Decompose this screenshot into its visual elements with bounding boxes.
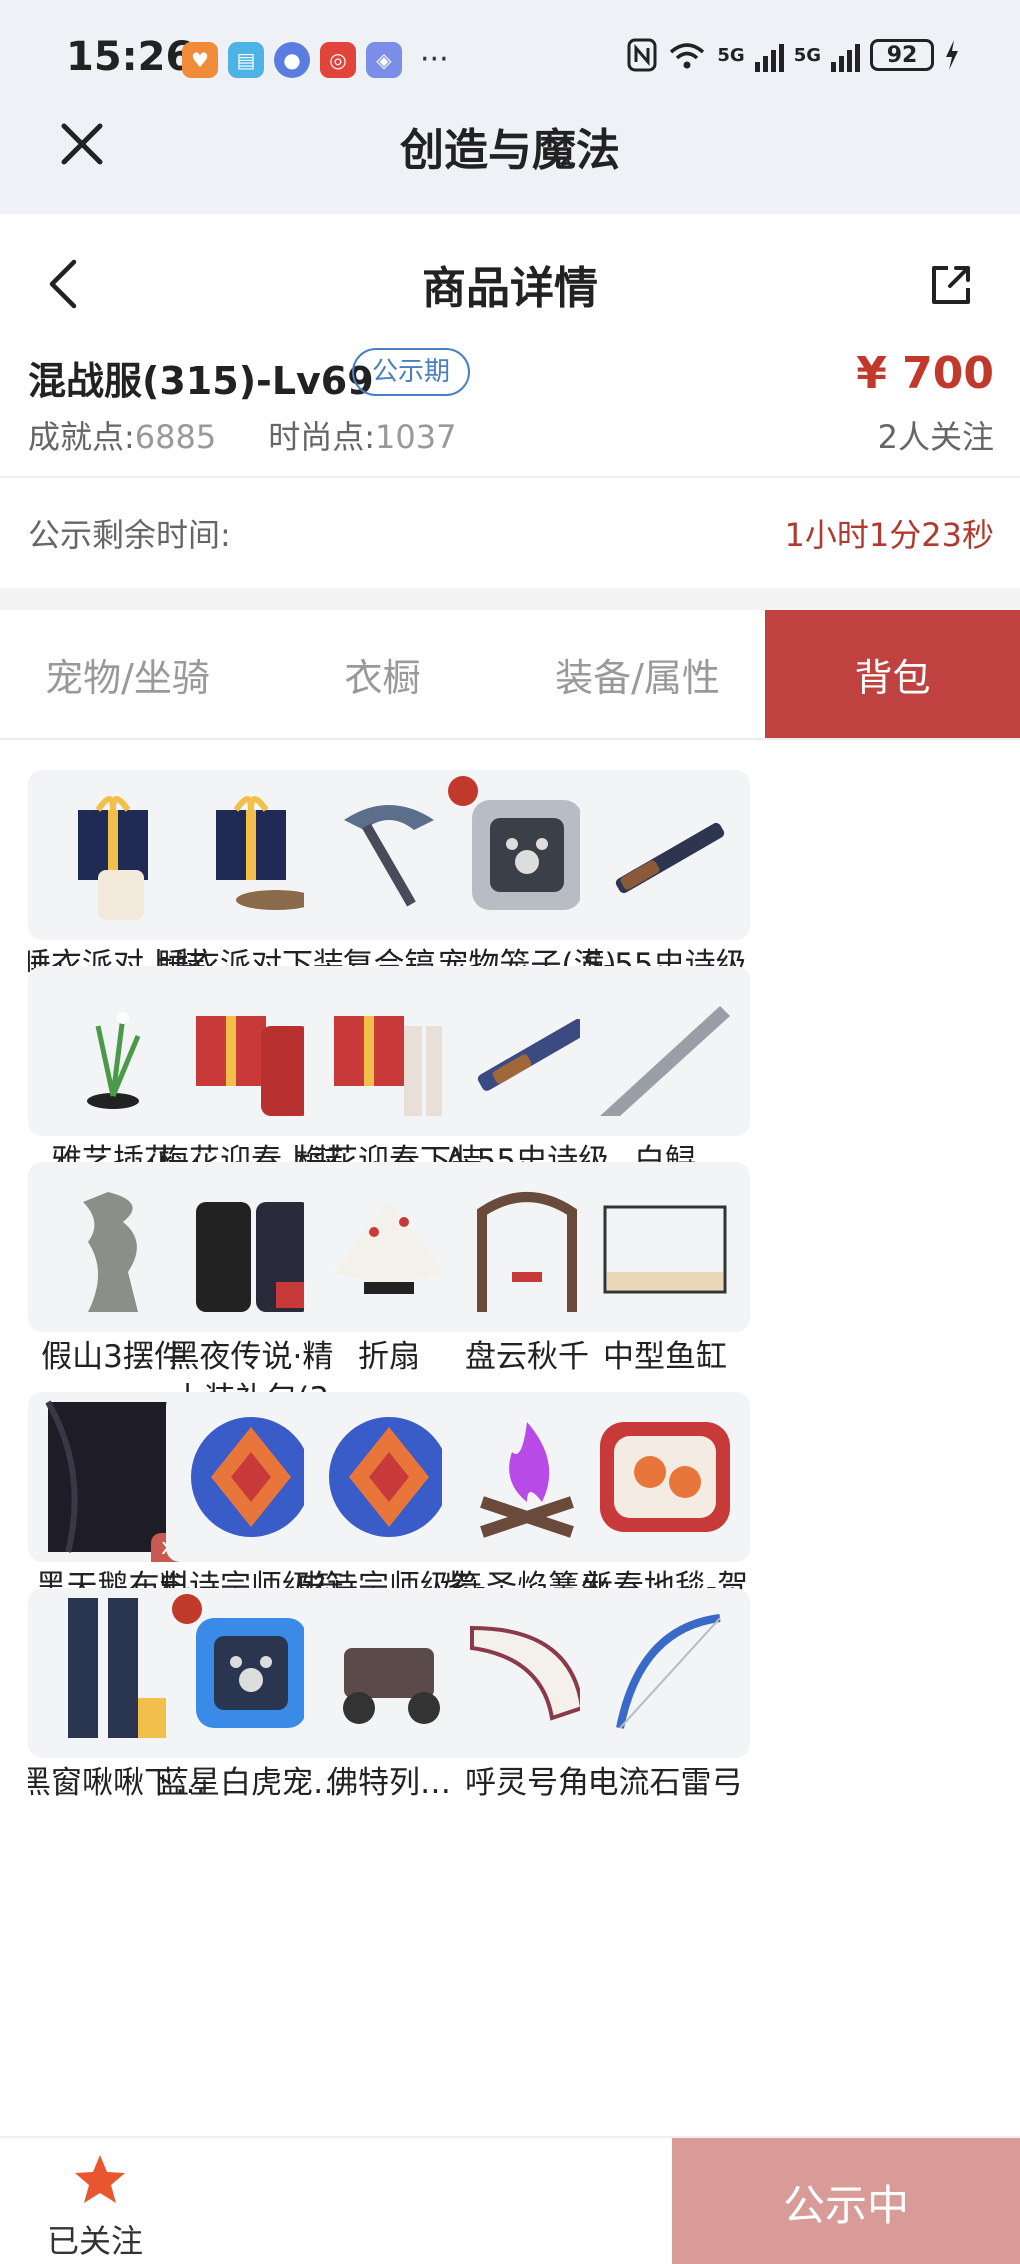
page-header: 商品详情	[0, 214, 1020, 344]
product-stats: 成就点:6885 时尚点:1037	[28, 412, 456, 458]
product-price: ¥ 700	[856, 348, 994, 399]
countdown-label: 公示剩余时间:	[28, 516, 231, 554]
signal-1-bars-icon	[754, 38, 784, 72]
backpack-item[interactable]: 白鲟	[580, 966, 750, 1182]
bow-icon	[580, 1588, 750, 1758]
tab-wardrobe[interactable]: 衣橱	[255, 610, 510, 738]
signal-2-bars-icon	[831, 38, 860, 72]
music-app-icon: ◎	[320, 42, 356, 78]
tab-backpack[interactable]: 背包	[765, 610, 1020, 738]
gun-icon	[580, 770, 750, 940]
product-name: 混战服(315)-Lv69	[28, 359, 374, 403]
wifi-icon	[670, 43, 705, 69]
status-bar: 15:26 ♥ ▤ ● ◎ ◈ ··· 5G 5G 92	[0, 0, 1020, 120]
status-button[interactable]: 公示中	[672, 2138, 1020, 2264]
backpack-item[interactable]: S-55史诗级	[580, 770, 750, 986]
follow-button[interactable]: 已关注	[0, 2138, 190, 2264]
app-title: 创造与魔法	[400, 125, 620, 176]
fashion-value: 1037	[375, 418, 457, 456]
status-badge: 公示期	[352, 348, 471, 396]
top-area: 15:26 ♥ ▤ ● ◎ ◈ ··· 5G 5G 92 创造与魔法	[0, 0, 1020, 214]
follow-label: 已关注	[46, 2222, 143, 2260]
signal-2-label: 5G	[793, 44, 821, 66]
item-name: 中型鱼缸	[603, 1339, 727, 1375]
battery-indicator: 92	[870, 39, 934, 71]
app-notification-icon: ♥	[182, 42, 218, 78]
paw-badge-icon	[448, 776, 478, 806]
status-indicators: 5G 5G 92	[627, 38, 960, 72]
item-name: 电流石雷弓	[587, 1765, 743, 1801]
countdown-value: 1小时1分23秒	[784, 516, 994, 554]
tab-pets-mounts[interactable]: 宠物/坐骑	[0, 610, 255, 738]
countdown-row: 公示剩余时间: 1小时1分23秒	[0, 478, 1020, 588]
bottom-bar: 已关注 公示中	[0, 2136, 1020, 2264]
sturgeon-icon	[580, 966, 750, 1136]
page-title: 商品详情	[422, 263, 598, 314]
signal-1-label: 5G	[717, 44, 745, 66]
tab-bar: 宠物/坐骑 衣橱 装备/属性 背包	[0, 610, 1020, 740]
fashion-label: 时尚点:	[268, 418, 376, 456]
nfc-icon	[627, 38, 657, 72]
achievement-value: 6885	[134, 418, 217, 456]
follow-count: 2人关注	[877, 418, 994, 456]
section-divider	[0, 588, 1020, 610]
charging-icon	[946, 40, 958, 70]
achievement-label: 成就点:	[28, 418, 135, 456]
backpack-item[interactable]: 中型鱼缸	[580, 1162, 750, 1378]
fish-tank-icon	[580, 1162, 750, 1332]
status-app-icons: ♥ ▤ ● ◎ ◈ ···	[182, 42, 449, 78]
status-time: 15:26	[66, 34, 194, 80]
book-app-icon: ▤	[228, 42, 264, 78]
star-icon	[75, 2155, 125, 2203]
backpack-item-grid: 睡衣派对上装礼包(3天)睡衣派对下装礼包(3天)复合镐宠物笼子(满)S-55史诗…	[28, 770, 998, 2136]
share-icon[interactable]	[926, 260, 976, 310]
more-notifications-icon: ···	[420, 42, 449, 77]
planet-app-icon: ●	[274, 42, 310, 78]
product-info: 混战服(315)-Lv69 公示期 ¥ 700 成就点:6885 时尚点:1037…	[0, 344, 1020, 478]
backpack-item[interactable]: 电流石雷弓	[580, 1588, 750, 1804]
paw-badge-icon	[172, 1594, 202, 1624]
game-app-icon: ◈	[366, 42, 402, 78]
spring-carpet-icon	[580, 1392, 750, 1562]
tab-equipment[interactable]: 装备/属性	[510, 610, 765, 738]
